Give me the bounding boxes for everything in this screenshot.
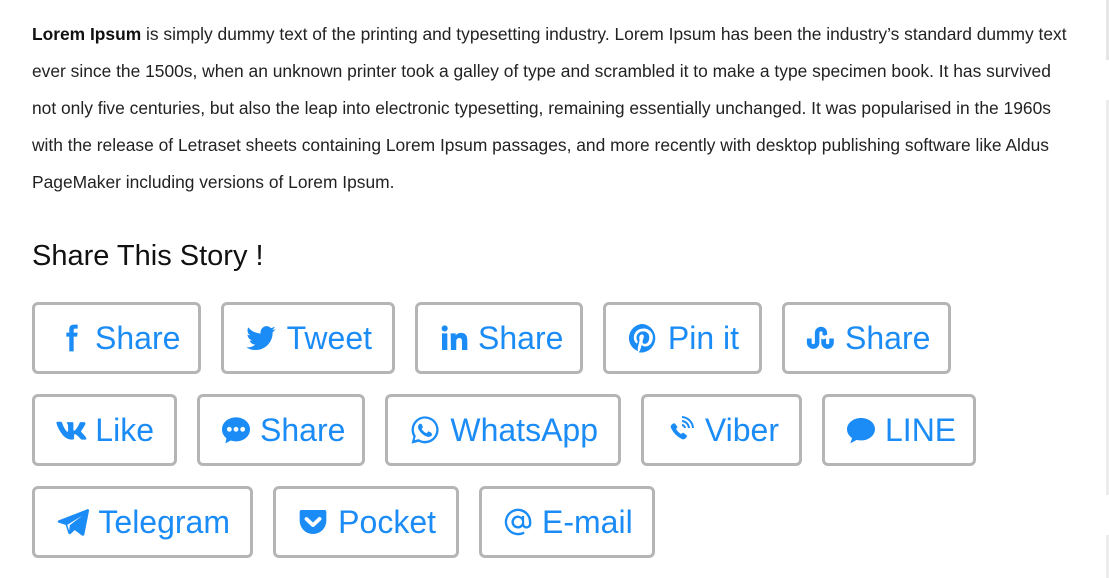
- messenger-icon: [220, 411, 252, 449]
- pocket-icon: [296, 503, 330, 541]
- facebook-share-button[interactable]: Share: [32, 302, 201, 374]
- line-icon: [845, 411, 877, 449]
- article-body: Lorem Ipsum is simply dummy text of the …: [32, 16, 1072, 201]
- facebook-icon: [55, 319, 87, 357]
- facebook-share-label: Share: [95, 320, 181, 356]
- whatsapp-share-button[interactable]: WhatsApp: [385, 394, 621, 466]
- messenger-share-label: Share: [260, 412, 346, 448]
- email-share-button[interactable]: E-mail: [479, 486, 655, 558]
- line-share-button[interactable]: LINE: [822, 394, 976, 466]
- telegram-share-label: Telegram: [98, 504, 230, 540]
- viber-share-button[interactable]: Viber: [641, 394, 802, 466]
- pocket-save-button[interactable]: Pocket: [273, 486, 459, 558]
- share-row-2: Like Share WhatsApp Viber LINE: [32, 394, 1092, 466]
- linkedin-icon: [438, 319, 470, 357]
- linkedin-share-button[interactable]: Share: [415, 302, 583, 374]
- pinterest-icon: [626, 319, 660, 357]
- stumbleupon-share-label: Share: [845, 320, 931, 356]
- share-row-1: Share Tweet Share Pin it Share: [32, 302, 1092, 374]
- viber-icon: [664, 411, 697, 449]
- viber-share-label: Viber: [704, 412, 779, 448]
- whatsapp-icon: [408, 411, 442, 449]
- whatsapp-share-label: WhatsApp: [450, 412, 598, 448]
- pinterest-pin-button[interactable]: Pin it: [603, 302, 762, 374]
- vk-like-label: Like: [95, 412, 154, 448]
- email-icon: [502, 503, 534, 541]
- line-share-label: LINE: [885, 412, 957, 448]
- article-lead-bold: Lorem Ipsum: [32, 24, 142, 44]
- twitter-tweet-button[interactable]: Tweet: [221, 302, 395, 374]
- stumbleupon-share-button[interactable]: Share: [782, 302, 951, 374]
- vk-like-button[interactable]: Like: [32, 394, 177, 466]
- messenger-share-button[interactable]: Share: [197, 394, 365, 466]
- article-paragraph: Lorem Ipsum is simply dummy text of the …: [32, 16, 1072, 201]
- pocket-save-label: Pocket: [338, 504, 436, 540]
- twitter-icon: [244, 319, 279, 357]
- linkedin-share-label: Share: [478, 320, 564, 356]
- twitter-tweet-label: Tweet: [286, 320, 372, 356]
- share-title: Share This Story !: [32, 240, 264, 272]
- telegram-icon: [55, 503, 90, 541]
- telegram-share-button[interactable]: Telegram: [32, 486, 253, 558]
- share-buttons: Share Tweet Share Pin it Share Like Shar…: [32, 302, 1092, 558]
- pinterest-pin-label: Pin it: [667, 320, 739, 356]
- vk-icon: [55, 411, 87, 449]
- article-text: is simply dummy text of the printing and…: [32, 24, 1067, 192]
- stumbleupon-icon: [805, 319, 837, 357]
- share-row-3: Telegram Pocket E-mail: [32, 486, 1092, 558]
- email-share-label: E-mail: [542, 504, 633, 540]
- page: Lorem Ipsum is simply dummy text of the …: [0, 0, 1109, 578]
